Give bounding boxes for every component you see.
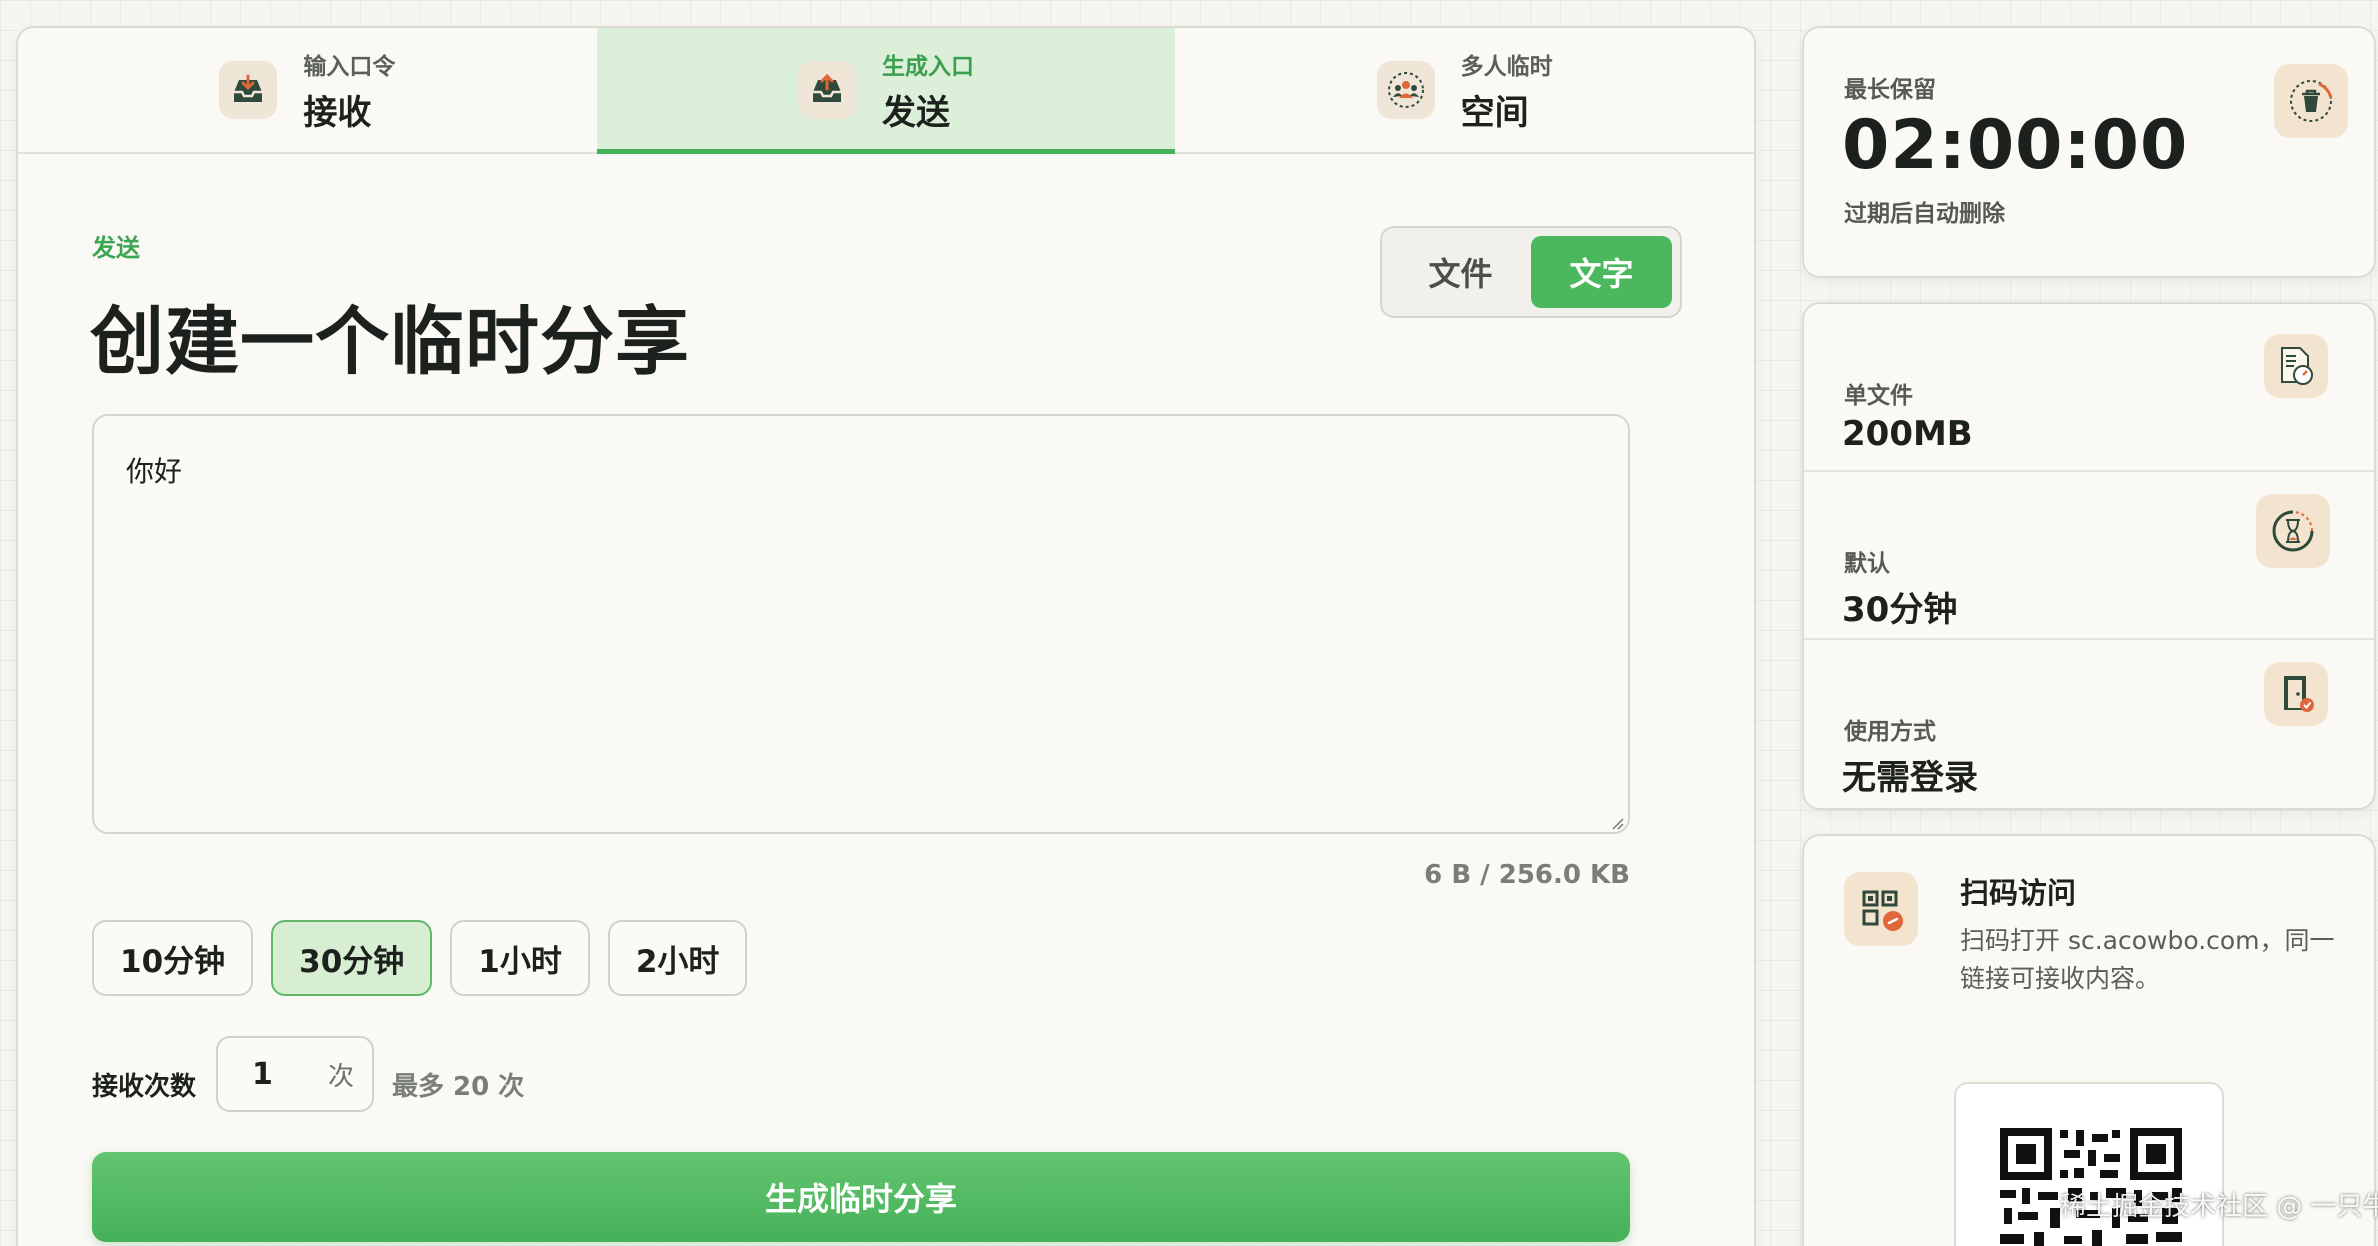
section-eyebrow: 发送 <box>92 234 140 262</box>
tab-receive[interactable]: 输入口令 接收 <box>18 28 597 152</box>
limit-row-file-size: 单文件 200MB <box>1804 304 2374 472</box>
limit-label-default: 默认 <box>1844 551 1890 577</box>
qr-card: 扫码访问 扫码打开 sc.acowbo.com，同一链接可接收内容。 <box>1802 834 2376 1246</box>
tab-send-sub: 生成入口 <box>882 53 974 80</box>
receive-count-field: 次 <box>216 1036 374 1112</box>
receive-count-input[interactable] <box>252 1056 322 1092</box>
tab-receive-title: 接收 <box>303 92 372 133</box>
mode-text-button[interactable]: 文字 <box>1531 236 1672 308</box>
file-gauge-icon <box>2264 334 2328 398</box>
qr-title: 扫码访问 <box>1960 876 2077 910</box>
tab-send-title: 发送 <box>882 92 950 133</box>
tab-room-title: 空间 <box>1460 92 1529 133</box>
resize-grip-icon[interactable] <box>1610 816 1624 830</box>
limit-label-access: 使用方式 <box>1844 719 1936 745</box>
tab-receive-sub: 输入口令 <box>303 53 396 80</box>
duration-2h-button[interactable]: 2小时 <box>607 920 748 996</box>
qr-description: 扫码打开 sc.acowbo.com，同一链接可接收内容。 <box>1960 926 2335 993</box>
limits-card: 单文件 200MB 默认 30分钟 使用方式 无需登录 <box>1802 302 2376 810</box>
limit-value-access: 无需登录 <box>1842 758 1978 798</box>
duration-options: 10分钟 30分钟 1小时 2小时 <box>92 920 748 996</box>
retention-label: 最长保留 <box>1844 77 1936 103</box>
trash-timer-icon <box>2274 64 2348 138</box>
duration-1h-button[interactable]: 1小时 <box>450 920 590 996</box>
duration-10min-button[interactable]: 10分钟 <box>92 920 254 996</box>
group-people-icon <box>1376 61 1435 119</box>
share-panel: 输入口令 接收 生成入口 发送 多人临时 空间 发送 创建一个临时分享 文件 文… <box>16 26 1756 1246</box>
duration-30min-button[interactable]: 30分钟 <box>271 920 433 996</box>
limit-row-access: 使用方式 无需登录 <box>1804 640 2374 808</box>
receive-count-unit: 次 <box>327 1061 354 1092</box>
share-text-input[interactable]: 你好 <box>92 414 1630 834</box>
limit-label-file-size: 单文件 <box>1844 383 1913 409</box>
limit-value-file-size: 200MB <box>1842 414 1973 454</box>
tab-send[interactable]: 生成入口 发送 <box>596 28 1176 154</box>
limit-value-default: 30分钟 <box>1842 590 1958 630</box>
tab-room[interactable]: 多人临时 空间 <box>1175 28 1754 152</box>
content-type-toggle: 文件 文字 <box>1380 226 1682 318</box>
inbox-download-icon <box>219 61 278 119</box>
receive-count-max: 最多 20 次 <box>392 1072 525 1102</box>
retention-timer: 02:00:00 <box>1842 106 2189 185</box>
limit-row-default: 默认 30分钟 <box>1804 472 2374 640</box>
create-share-button[interactable]: 生成临时分享 <box>92 1152 1630 1242</box>
retention-hint: 过期后自动删除 <box>1844 201 2005 227</box>
mode-tabs: 输入口令 接收 生成入口 发送 多人临时 空间 <box>18 28 1754 154</box>
qr-link-icon <box>1844 872 1918 946</box>
door-check-icon <box>2264 662 2328 726</box>
size-counter: 6 B / 256.0 KB <box>1424 860 1630 890</box>
retention-card: 最长保留 02:00:00 过期后自动删除 <box>1802 26 2376 278</box>
hourglass-icon <box>2256 494 2330 568</box>
inbox-upload-icon <box>798 61 856 119</box>
page-title: 创建一个临时分享 <box>90 299 690 385</box>
receive-count-label: 接收次数 <box>92 1072 197 1102</box>
mode-file-button[interactable]: 文件 <box>1390 236 1531 308</box>
tab-room-sub: 多人临时 <box>1460 53 1553 80</box>
watermark: 稀土掘金技术社区 @ 一只牛博 <box>2060 1192 2378 1222</box>
